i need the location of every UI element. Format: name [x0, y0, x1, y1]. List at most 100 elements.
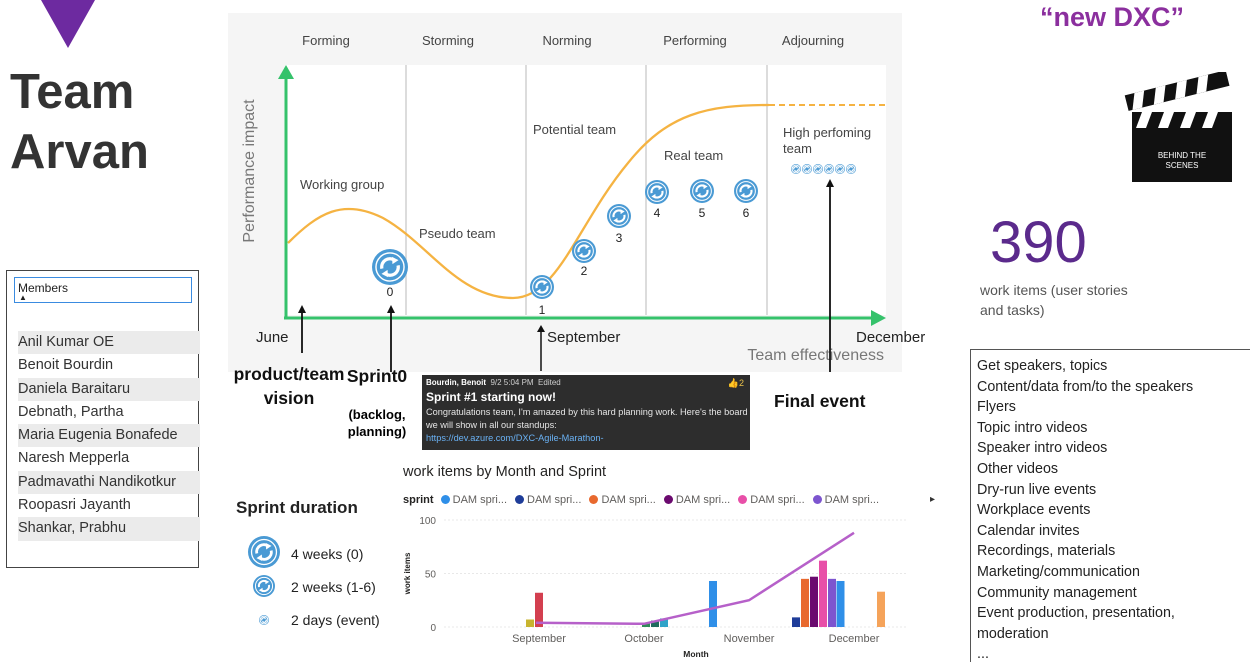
- legend-item[interactable]: DAM spri...: [663, 494, 730, 506]
- sprint-icon: [734, 179, 758, 203]
- clapperboard-icon: BEHIND THE SCENES: [1122, 70, 1238, 191]
- stage-label: Adjourning: [782, 33, 844, 48]
- member-item[interactable]: Debnath, Partha: [18, 401, 200, 424]
- tagline: “new DXC”: [1040, 2, 1185, 32]
- chat-text: Congratulations team, I'm amazed by this…: [426, 407, 748, 430]
- duration-label: 4 weeks (0): [291, 546, 364, 562]
- x-axis-title: Month: [683, 649, 709, 659]
- bar[interactable]: [836, 580, 845, 627]
- sprint-icon: [372, 249, 408, 285]
- legend-label: DAM spri...: [527, 494, 582, 506]
- deliverable-item: Recordings, materials: [977, 543, 1116, 560]
- sprint-icon: [253, 575, 275, 597]
- member-item[interactable]: Daniela Baraitaru: [18, 377, 200, 401]
- chart-legend: sprint DAM spri... DAM spri... DAM spri...…: [403, 494, 887, 506]
- deliverable-item: Event production, presentation,: [977, 605, 1175, 622]
- bar[interactable]: [877, 591, 885, 627]
- y-tick-label: 100: [419, 516, 436, 527]
- sort-ascending-icon[interactable]: ▲: [19, 293, 27, 302]
- legend-swatch: [738, 495, 748, 504]
- sprint-duration-title: Sprint duration: [236, 498, 358, 517]
- work-items-chart-title: work items by Month and Sprint: [403, 464, 607, 480]
- legend-next-arrow[interactable]: ▸: [930, 494, 935, 505]
- curve-label: Real team: [664, 148, 723, 163]
- legend-item[interactable]: DAM spri...: [589, 494, 656, 506]
- chat-time: 9/2 5:04 PM: [490, 378, 534, 387]
- curve-label-line1: High perfoming: [783, 125, 871, 140]
- duration-label: 2 days (event): [291, 612, 380, 628]
- bar[interactable]: [819, 560, 827, 627]
- legend-label: DAM spri...: [824, 494, 880, 506]
- legend-label: DAM spri...: [452, 494, 508, 506]
- work-item-count: 390: [990, 210, 1087, 275]
- bar[interactable]: [792, 617, 800, 627]
- member-item[interactable]: Maria Eugenia Bonafede: [18, 424, 200, 448]
- legend-swatch: [663, 495, 673, 504]
- legend-item[interactable]: DAM spri...: [738, 494, 805, 506]
- sprint-icon: [259, 615, 269, 625]
- deliverable-item: Calendar invites: [977, 522, 1080, 539]
- chat-link[interactable]: https://dev.azure.com/DXC-Agile-Marathon…: [426, 433, 604, 443]
- chat-author: Bourdin, Benoit: [426, 378, 486, 387]
- chat-edited: Edited: [538, 378, 561, 387]
- sprint-icon: [690, 179, 714, 203]
- sprint-icon: [645, 180, 669, 204]
- legend-label: DAM spri...: [750, 494, 805, 506]
- stage-label: Performing: [663, 33, 727, 48]
- deliverable-item: Workplace events: [977, 502, 1091, 519]
- month-june: June: [256, 329, 289, 346]
- team-title-line2: Arvan: [10, 125, 149, 179]
- team-title-line1: Team: [10, 65, 135, 119]
- sprint-number: 0: [387, 285, 394, 299]
- chat-meta: Bourdin, Benoit 9/2 5:04 PM Edited: [426, 378, 561, 387]
- sprint-icon: [835, 164, 845, 174]
- team-title: Team Arvan: [10, 62, 149, 182]
- member-item[interactable]: Shankar, Prabhu: [18, 517, 200, 541]
- month-september: September: [547, 329, 621, 346]
- bar[interactable]: [526, 619, 534, 627]
- x-tick-label: December: [829, 633, 880, 645]
- legend-item[interactable]: DAM spri...: [812, 494, 880, 506]
- members-slicer[interactable]: Members ▲ Anil Kumar OE Benoit Bourdin Dan…: [6, 270, 200, 568]
- members-list: Anil Kumar OE Benoit Bourdin Daniela Barai…: [18, 331, 200, 541]
- vision-label: product/team vision: [233, 364, 345, 408]
- sprint-number: 5: [699, 206, 706, 220]
- sprint-icon: [791, 164, 801, 174]
- member-item[interactable]: Anil Kumar OE: [18, 331, 200, 355]
- x-tick-label: November: [724, 633, 775, 645]
- member-item[interactable]: Roopasri Jayanth: [18, 494, 200, 517]
- chat-body: Congratulations team, I'm amazed by this…: [426, 406, 748, 445]
- deliverable-item: Speaker intro videos: [977, 440, 1108, 457]
- sprint-number: 4: [654, 206, 661, 220]
- curve-label: Potential team: [533, 122, 616, 137]
- sprint-icon: [813, 164, 823, 174]
- sprint-number: 3: [616, 231, 623, 245]
- y-axis-title: work items: [403, 552, 412, 595]
- stage-label: Norming: [542, 33, 591, 48]
- like-count[interactable]: 👍2: [728, 378, 744, 389]
- member-item[interactable]: Naresh Mepperla: [18, 447, 200, 470]
- member-item[interactable]: Padmavathi Nandikotkur: [18, 470, 200, 495]
- bar[interactable]: [810, 576, 818, 627]
- sprint-number: 6: [743, 206, 750, 220]
- x-axis-label: Team effectiveness: [747, 347, 884, 364]
- legend-swatch: [515, 495, 525, 504]
- sprint-icon: [572, 239, 596, 263]
- sprint-icon: [607, 204, 631, 228]
- member-item[interactable]: Benoit Bourdin: [18, 354, 200, 377]
- legend-swatch: [440, 495, 450, 504]
- sprint-icon: [824, 164, 834, 174]
- sprint-icon: [846, 164, 856, 174]
- legend-item[interactable]: DAM spri...: [515, 494, 581, 506]
- bar[interactable]: [709, 580, 717, 627]
- chat-message: Bourdin, Benoit 9/2 5:04 PM Edited 👍2 Sp…: [422, 375, 750, 450]
- sprint-icon: [802, 164, 812, 174]
- deliverable-item: Flyers: [977, 399, 1016, 416]
- legend-item[interactable]: DAM spri...: [440, 494, 508, 506]
- members-header[interactable]: Members ▲: [14, 277, 192, 303]
- sprint-icon: [248, 536, 280, 568]
- logo-triangle: [41, 0, 95, 48]
- x-tick-label: September: [512, 633, 566, 645]
- bar[interactable]: [801, 578, 809, 627]
- bar[interactable]: [828, 578, 836, 627]
